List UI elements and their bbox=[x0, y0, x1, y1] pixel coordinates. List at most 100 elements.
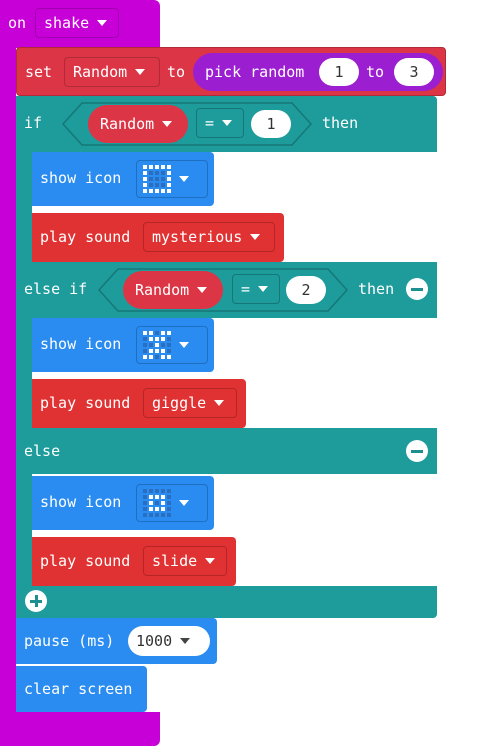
led-cell bbox=[149, 501, 153, 505]
chevron-down-icon bbox=[135, 69, 146, 75]
chevron-down-icon bbox=[179, 500, 189, 506]
led-cell bbox=[149, 189, 153, 193]
pick-random-label: pick random bbox=[205, 63, 305, 81]
led-cell bbox=[149, 489, 153, 493]
add-else-if-icon[interactable] bbox=[25, 590, 47, 612]
clear-screen-block[interactable]: clear screen bbox=[16, 666, 147, 712]
led-cell bbox=[155, 177, 159, 181]
condition-1-operator[interactable]: = bbox=[196, 108, 244, 138]
remove-else-if-icon[interactable] bbox=[406, 278, 428, 300]
condition-1-variable[interactable]: Random bbox=[88, 105, 188, 143]
led-cell bbox=[161, 165, 165, 169]
icon-preview-1 bbox=[143, 165, 171, 193]
icon-preview-3 bbox=[143, 489, 171, 517]
play-sound-block-2[interactable]: play sound giggle bbox=[32, 379, 246, 428]
sound-dropdown-2[interactable]: giggle bbox=[143, 388, 237, 418]
gesture-dropdown[interactable]: shake bbox=[35, 8, 119, 38]
play-sound-block-1[interactable]: play sound mysterious bbox=[32, 213, 284, 262]
led-cell bbox=[161, 501, 165, 505]
led-cell bbox=[143, 355, 147, 359]
pick-random-block[interactable]: pick random 1 to 3 bbox=[193, 53, 443, 91]
chevron-down-icon bbox=[180, 638, 191, 644]
sound-dropdown-3[interactable]: slide bbox=[143, 546, 227, 576]
led-cell bbox=[155, 189, 159, 193]
random-to-label: to bbox=[366, 63, 385, 81]
chevron-down-icon bbox=[258, 286, 269, 292]
led-cell bbox=[143, 349, 147, 353]
chevron-down-icon bbox=[179, 176, 189, 182]
pause-duration-value: 1000 bbox=[136, 632, 173, 650]
chevron-down-icon bbox=[214, 400, 225, 406]
condition-2-operator[interactable]: = bbox=[232, 274, 280, 304]
led-cell bbox=[161, 513, 165, 517]
show-icon-block-2[interactable]: show icon bbox=[32, 318, 214, 372]
led-cell bbox=[155, 337, 159, 341]
condition-2-variable-name: Random bbox=[135, 281, 190, 299]
led-cell bbox=[149, 183, 153, 187]
led-cell bbox=[161, 331, 165, 335]
icon-picker-1[interactable] bbox=[136, 160, 208, 198]
led-cell bbox=[155, 343, 159, 347]
led-cell bbox=[155, 489, 159, 493]
pause-block[interactable]: pause (ms) 1000 bbox=[16, 618, 217, 664]
led-cell bbox=[143, 183, 147, 187]
play-sound-label: play sound bbox=[40, 552, 131, 570]
led-cell bbox=[155, 331, 159, 335]
led-cell bbox=[161, 507, 165, 511]
show-icon-block-1[interactable]: show icon bbox=[32, 152, 214, 206]
led-cell bbox=[143, 495, 147, 499]
led-cell bbox=[143, 177, 147, 181]
show-icon-block-3[interactable]: show icon bbox=[32, 476, 214, 530]
led-cell bbox=[149, 343, 153, 347]
chevron-down-icon bbox=[250, 234, 261, 240]
set-variable-block[interactable]: set Random to pick random 1 to 3 bbox=[16, 47, 446, 96]
play-sound-label: play sound bbox=[40, 228, 131, 246]
led-cell bbox=[167, 189, 171, 193]
led-cell bbox=[149, 171, 153, 175]
led-cell bbox=[149, 513, 153, 517]
led-cell bbox=[149, 177, 153, 181]
led-cell bbox=[161, 337, 165, 341]
show-icon-label: show icon bbox=[40, 335, 122, 353]
led-cell bbox=[161, 349, 165, 353]
led-cell bbox=[167, 171, 171, 175]
sound-dropdown-1[interactable]: mysterious bbox=[143, 222, 275, 252]
event-spine bbox=[0, 40, 16, 720]
icon-picker-2[interactable] bbox=[136, 326, 208, 364]
chevron-down-icon bbox=[162, 121, 173, 127]
led-cell bbox=[143, 513, 147, 517]
sound-value-3: slide bbox=[152, 552, 198, 570]
led-cell bbox=[149, 349, 153, 353]
variable-dropdown[interactable]: Random bbox=[64, 57, 160, 87]
to-label: to bbox=[167, 63, 186, 81]
pause-duration-input[interactable]: 1000 bbox=[128, 626, 210, 656]
play-sound-block-3[interactable]: play sound slide bbox=[32, 537, 236, 586]
condition-2-value-input[interactable]: 2 bbox=[286, 276, 326, 304]
icon-picker-3[interactable] bbox=[136, 484, 208, 522]
led-cell bbox=[155, 183, 159, 187]
led-cell bbox=[167, 343, 171, 347]
gesture-value: shake bbox=[44, 14, 90, 32]
if-spine bbox=[16, 96, 32, 618]
led-cell bbox=[143, 501, 147, 505]
else-row bbox=[16, 428, 437, 474]
condition-2-variable[interactable]: Random bbox=[123, 271, 223, 309]
sound-value-1: mysterious bbox=[152, 228, 243, 246]
random-from-input[interactable]: 1 bbox=[319, 58, 359, 86]
led-cell bbox=[143, 343, 147, 347]
if-else-block[interactable]: if Random = 1 then show icon play sound … bbox=[16, 96, 437, 618]
chevron-down-icon bbox=[179, 342, 189, 348]
random-to-input[interactable]: 3 bbox=[394, 58, 434, 86]
led-cell bbox=[149, 337, 153, 341]
condition-1-value: 1 bbox=[266, 115, 276, 133]
led-cell bbox=[155, 171, 159, 175]
event-footer bbox=[0, 712, 160, 746]
remove-else-icon[interactable] bbox=[406, 440, 428, 462]
led-cell bbox=[155, 355, 159, 359]
led-cell bbox=[161, 495, 165, 499]
led-cell bbox=[167, 337, 171, 341]
led-cell bbox=[143, 189, 147, 193]
condition-1-value-input[interactable]: 1 bbox=[251, 110, 291, 138]
led-cell bbox=[155, 349, 159, 353]
led-cell bbox=[143, 331, 147, 335]
